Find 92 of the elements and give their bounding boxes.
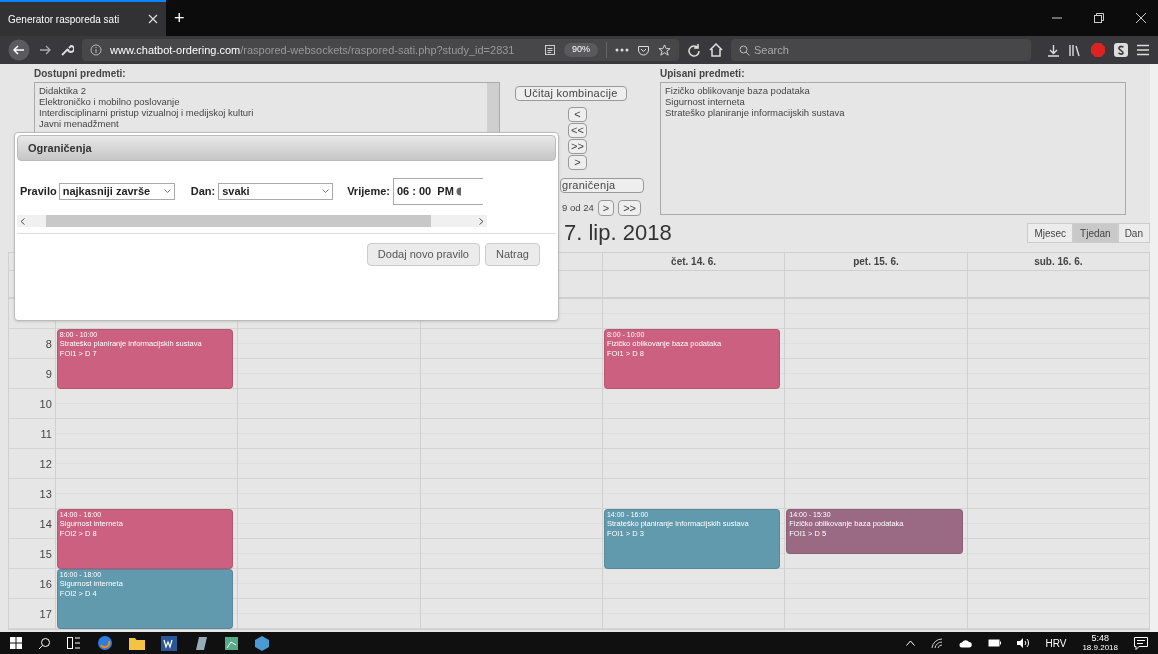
notifications-icon[interactable] — [1134, 636, 1148, 650]
caret-icon — [163, 188, 171, 194]
restore-icon[interactable] — [1094, 13, 1104, 23]
star-icon[interactable] — [658, 43, 671, 57]
move-button[interactable]: < — [568, 107, 587, 122]
hour-label: 11 — [40, 428, 52, 440]
download-icon[interactable] — [1047, 43, 1060, 57]
time-label: Vrijeme: — [347, 183, 390, 199]
move-button[interactable]: > — [568, 155, 587, 170]
day-header: pet. 15. 6. — [853, 255, 899, 269]
rule-label: Pravilo — [20, 183, 57, 199]
subject-option[interactable]: Elektroničko i mobilno poslovanje — [39, 96, 180, 107]
clear-icon — [455, 186, 461, 196]
keyboard-language[interactable]: HRV — [1045, 635, 1067, 651]
view-tab[interactable]: Dan — [1117, 223, 1150, 243]
scroll-left-icon — [20, 217, 25, 225]
search-icon[interactable] — [38, 636, 51, 650]
wifi-icon[interactable] — [931, 637, 944, 649]
move-button[interactable]: << — [568, 123, 587, 138]
constraints-button[interactable]: graničenja — [560, 178, 644, 193]
view-tab[interactable]: Mjesec — [1027, 223, 1074, 243]
home-icon[interactable] — [709, 43, 723, 57]
caret-icon — [322, 188, 330, 194]
move-button[interactable]: >> — [568, 139, 587, 154]
cloud-icon[interactable] — [959, 638, 973, 648]
dialog-button[interactable]: Dodaj novo pravilo — [366, 243, 480, 266]
hour-label: 16 — [39, 578, 52, 590]
hour-label: 13 — [39, 488, 52, 500]
subject-option[interactable]: Didaktika 2 — [39, 85, 86, 96]
back-icon[interactable] — [8, 39, 30, 61]
reader-view-icon[interactable] — [544, 44, 556, 56]
speaker-icon[interactable] — [1017, 638, 1030, 648]
dialog-button[interactable]: Natrag — [484, 243, 540, 266]
word-icon[interactable] — [161, 635, 177, 651]
day-header: sub. 16. 6. — [1034, 255, 1083, 269]
clock[interactable]: 5:48 18.9.2018 — [1082, 633, 1118, 653]
browser-app-icon[interactable] — [97, 635, 113, 651]
subject-option[interactable]: Interdisciplinarni pristup vizualnoj i medijskoj kulturi — [39, 107, 254, 118]
hour-label: 17 — [39, 608, 52, 620]
forward-icon[interactable] — [38, 43, 52, 57]
search-icon — [739, 44, 750, 56]
wrench-icon[interactable] — [60, 43, 74, 57]
day-header: čet. 14. 6. — [671, 255, 717, 269]
horizontal-scrollbar[interactable] — [17, 215, 487, 227]
view-tab[interactable]: Tjedan — [1073, 223, 1118, 243]
dialog-title: Ograničenja — [28, 140, 92, 156]
battery-icon[interactable] — [988, 639, 1002, 647]
close-icon[interactable] — [148, 14, 158, 24]
task-view-icon[interactable] — [67, 637, 81, 649]
subject-option[interactable]: Strateško planiranje informacijskih sustava — [665, 107, 1121, 118]
url-text: www.chatbot-ordering.com/raspored-websockets/raspored-sati.php?study_id=2831 — [110, 42, 515, 58]
more-icon[interactable] — [615, 48, 629, 52]
rule-dropdown[interactable]: najkasniji završe — [58, 182, 175, 200]
available-subjects-label: Dostupni predmeti: — [34, 67, 127, 81]
calendar-title: 7. lip. 2018 — [564, 220, 672, 246]
address-bar[interactable]: www.chatbot-ordering.com/raspored-websockets/raspored-sati.php?study_id=2831 90% — [82, 39, 679, 61]
subject-option[interactable]: Javni menadžment — [39, 118, 119, 129]
load-combinations-button[interactable]: Učitaj kombinacije — [515, 86, 627, 101]
reload-icon[interactable] — [687, 43, 701, 57]
browser-tab[interactable]: Generator rasporeda sati — [0, 0, 166, 36]
pager-button[interactable]: > — [597, 200, 615, 216]
new-tab-button[interactable]: + — [166, 4, 193, 32]
chart-app-icon[interactable] — [224, 635, 239, 651]
hour-label: 15 — [39, 548, 52, 560]
enrolled-subjects-label: Upisani predmeti: — [660, 67, 746, 81]
hour-label: 8 — [45, 338, 52, 350]
menu-icon[interactable] — [1136, 44, 1150, 56]
subject-option[interactable]: Sigurnost interneta — [665, 96, 1121, 107]
search-field[interactable]: Search — [731, 39, 1031, 61]
pencil-notebook-icon[interactable] — [193, 635, 208, 651]
zoom-level[interactable]: 90% — [564, 43, 598, 57]
page-counter: 9 od 24 — [562, 200, 594, 215]
day-label: Dan: — [190, 183, 216, 199]
subject-option[interactable]: Fizičko oblikovanje baza podataka — [665, 85, 1121, 96]
library-icon[interactable] — [1068, 43, 1082, 57]
hour-label: 14 — [39, 518, 52, 530]
time-field[interactable]: 06 : 00 PM — [392, 177, 483, 205]
extension-icon[interactable] — [1114, 43, 1128, 57]
pocket-icon[interactable] — [637, 43, 650, 57]
windows-start-icon[interactable] — [10, 637, 22, 649]
chevron-up-icon[interactable] — [906, 640, 916, 646]
pager-button[interactable]: >> — [618, 200, 641, 216]
hour-label: 10 — [39, 398, 52, 410]
scroll-right-icon — [479, 217, 484, 225]
hour-label: 12 — [39, 458, 52, 470]
hour-label: 9 — [45, 368, 52, 380]
close-icon[interactable] — [1136, 13, 1146, 23]
cube-icon[interactable] — [255, 635, 269, 651]
folder-icon[interactable] — [129, 636, 145, 650]
enrolled-subjects-list[interactable]: Fizičko oblikovanje baza podataka Sigurnost interneta Strateško planiranje informacijskih sustava — [660, 82, 1126, 215]
info-icon — [90, 44, 102, 56]
day-dropdown[interactable]: svaki — [218, 182, 334, 200]
